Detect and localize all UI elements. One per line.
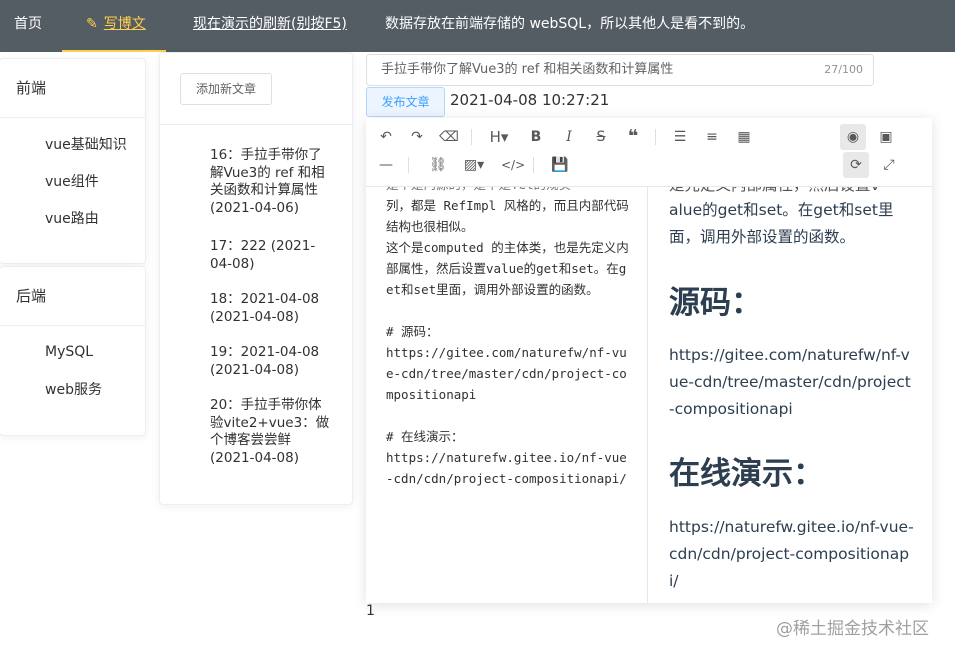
category-header-frontend: 前端 — [0, 59, 145, 118]
pen-icon: ✎ — [86, 16, 98, 32]
strikethrough-icon[interactable]: S — [591, 127, 611, 147]
article-item[interactable]: 18：2021-04-08 (2021-04-08) — [210, 291, 335, 326]
table-icon[interactable]: ▦ — [734, 127, 754, 147]
category-card-backend: 后端 MySQL web服务 — [0, 266, 146, 436]
category-item-vue-components[interactable]: vue组件 — [45, 171, 99, 191]
toolbar-separator — [471, 129, 472, 145]
editor-toolbar: ↶ ↷ ⌫ H▾ B I S ❝ ☰ ≡ ▦ ◉ ▣ — ⛓ ▨▾ </> 💾 … — [366, 118, 932, 187]
quote-icon[interactable]: ❝ — [623, 127, 643, 147]
italic-icon[interactable]: I — [559, 127, 579, 147]
top-nav: 首页 ✎ 写博文 现在演示的刷新(别按F5) 数据存放在前端存储的 webSQL，… — [0, 0, 955, 52]
preview-demo-url[interactable]: https://naturefw.gitee.io/nf-vue-cdn/cdn… — [669, 514, 914, 595]
undo-icon[interactable]: ↶ — [376, 127, 396, 147]
category-item-mysql[interactable]: MySQL — [45, 344, 93, 360]
category-item-vue-router[interactable]: vue路由 — [45, 208, 99, 228]
nav-write-blog[interactable]: ✎ 写博文 — [62, 0, 166, 52]
article-item[interactable]: 20：手拉手带你体验vite2+vue3：做个博客尝尝鲜 (2021-04-08… — [210, 397, 335, 467]
code-icon[interactable]: </> — [501, 155, 525, 175]
fullscreen-preview-icon[interactable]: ▣ — [876, 127, 896, 147]
sync-scroll-icon[interactable]: ⟳ — [843, 152, 869, 178]
preview-icon[interactable]: ◉ — [840, 124, 866, 150]
nav-write-label: 写博文 — [103, 16, 146, 32]
eraser-icon[interactable]: ⌫ — [439, 127, 459, 147]
toolbar-separator — [533, 157, 534, 173]
title-value: 手拉手带你了解Vue3的 ref 和相关函数和计算属性 — [381, 62, 674, 77]
category-item-vue-basics[interactable]: vue基础知识 — [45, 134, 127, 154]
category-card-frontend: 前端 vue基础知识 vue组件 vue路由 — [0, 58, 146, 264]
article-item[interactable]: 16：手拉手带你了解Vue3的 ref 和相关函数和计算属性 (2021-04-… — [210, 147, 335, 217]
preview-heading-demo: 在线演示： — [669, 456, 824, 492]
nav-notice: 数据存放在前端存储的 webSQL，所以其他人是看不到的。 — [385, 16, 755, 32]
horizontal-rule-icon[interactable]: — — [376, 155, 396, 175]
source-text: 列，都是 RefImpl 风格的，而且内部代码结构也很相似。 这个是comput… — [386, 198, 629, 486]
bold-icon[interactable]: B — [526, 127, 546, 147]
source-text-clipped: 是个是内源的，是个是Yel的规实 — [386, 186, 631, 195]
title-char-count: 27/100 — [824, 63, 863, 76]
unordered-list-icon[interactable]: ☰ — [670, 127, 690, 147]
markdown-source-pane[interactable]: 是个是内源的，是个是Yel的规实 列，都是 RefImpl 风格的，而且内部代码… — [366, 186, 648, 603]
page-number: 1 — [366, 603, 375, 619]
markdown-preview-pane: 是先定义内部属性，然后设置v alue的get和set。在get和set里面，调… — [649, 186, 932, 603]
nav-refresh[interactable]: 现在演示的刷新(别按F5) — [193, 0, 347, 52]
publish-button[interactable]: 发布文章 — [366, 87, 445, 117]
article-title-input[interactable]: 手拉手带你了解Vue3的 ref 和相关函数和计算属性 27/100 — [366, 54, 874, 86]
article-item[interactable]: 19：2021-04-08 (2021-04-08) — [210, 344, 335, 379]
divider — [160, 124, 352, 125]
article-list-card: 添加新文章 16：手拉手带你了解Vue3的 ref 和相关函数和计算属性 (20… — [159, 52, 353, 505]
fullscreen-icon[interactable]: ⤢ — [879, 155, 899, 175]
heading-icon[interactable]: H▾ — [486, 127, 512, 147]
redo-icon[interactable]: ↷ — [407, 127, 427, 147]
add-article-button[interactable]: 添加新文章 — [180, 73, 272, 105]
markdown-editor: ↶ ↷ ⌫ H▾ B I S ❝ ☰ ≡ ▦ ◉ ▣ — ⛓ ▨▾ </> 💾 … — [366, 118, 932, 603]
ordered-list-icon[interactable]: ≡ — [702, 127, 722, 147]
category-item-web-service[interactable]: web服务 — [45, 379, 102, 399]
watermark: @稀土掘金技术社区 — [776, 619, 929, 639]
preview-source-url[interactable]: https://gitee.com/naturefw/nf-vue-cdn/tr… — [669, 342, 914, 423]
image-icon[interactable]: ▨▾ — [461, 155, 487, 175]
toolbar-separator — [408, 157, 409, 173]
link-icon[interactable]: ⛓ — [428, 155, 448, 175]
nav-home[interactable]: 首页 — [14, 0, 42, 52]
toolbar-separator — [655, 129, 656, 145]
category-header-backend: 后端 — [0, 267, 145, 326]
preview-heading-source: 源码： — [669, 285, 762, 321]
save-icon[interactable]: 💾 — [550, 155, 570, 175]
article-item[interactable]: 17：222 (2021-04-08) — [210, 238, 335, 273]
preview-paragraph: alue的get和set。在get和set里面，调用外部设置的函数。 — [669, 201, 894, 246]
publish-datetime: 2021-04-08 10:27:21 — [450, 91, 610, 109]
